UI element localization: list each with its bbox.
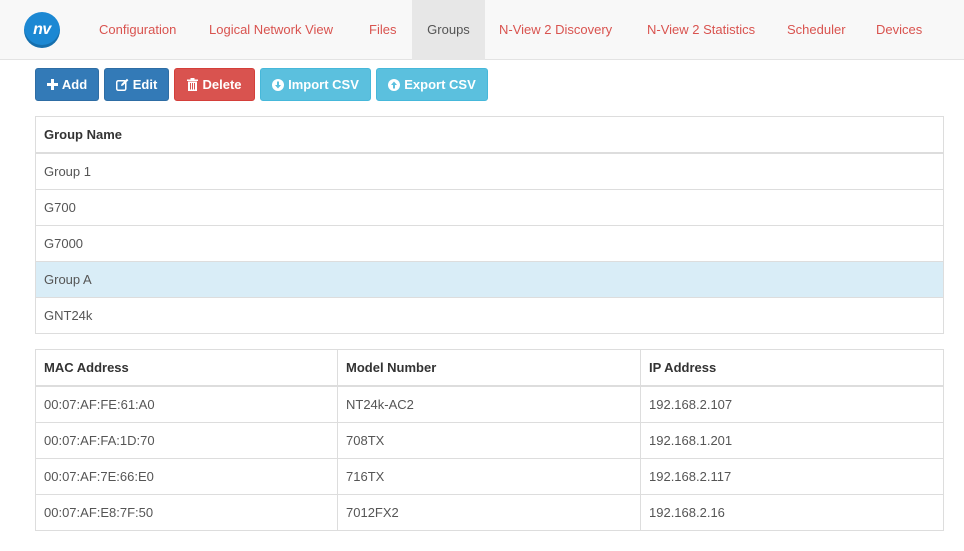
- group-name-cell: GNT24k: [44, 308, 93, 323]
- add-label: Add: [61, 77, 88, 92]
- ip-address-header[interactable]: IP Address: [641, 350, 716, 385]
- model-number-cell: NT24k-AC2: [346, 397, 414, 412]
- import-csv-button[interactable]: Import CSV: [260, 68, 371, 101]
- edit-button[interactable]: Edit: [104, 68, 169, 101]
- edit-icon: [115, 78, 129, 91]
- logo-text: nv: [33, 21, 51, 38]
- group-row[interactable]: Group 1: [36, 153, 943, 189]
- model-number-cell: 716TX: [346, 469, 385, 484]
- group-row[interactable]: G700: [36, 189, 943, 225]
- group-name-cell: Group 1: [44, 164, 91, 179]
- device-row[interactable]: 00:07:AF:FA:1D:70 708TX 192.168.1.201: [36, 422, 943, 458]
- device-row[interactable]: 00:07:AF:FE:61:A0 NT24k-AC2 192.168.2.10…: [36, 386, 943, 422]
- ip-address-cell: 192.168.2.16: [649, 505, 725, 520]
- groups-table: Group Name Group 1 G700 G7000 Group A GN…: [35, 116, 944, 334]
- nav-item-nview2-discovery[interactable]: N-View 2 Discovery: [499, 0, 612, 60]
- devices-table-header: MAC Address Model Number IP Address: [36, 350, 943, 386]
- group-name-cell: G7000: [44, 236, 84, 251]
- ip-address-cell: 192.168.2.107: [649, 397, 733, 412]
- delete-label: Delete: [202, 77, 242, 92]
- group-name-cell: Group A: [44, 272, 92, 287]
- group-row-selected[interactable]: Group A: [36, 261, 943, 297]
- export-label: Export CSV: [404, 77, 476, 92]
- export-icon: [388, 78, 401, 91]
- delete-button[interactable]: Delete: [174, 68, 255, 101]
- devices-table: MAC Address Model Number IP Address 00:0…: [35, 349, 944, 531]
- device-row[interactable]: 00:07:AF:7E:66:E0 716TX 192.168.2.117: [36, 458, 943, 494]
- nav-item-scheduler[interactable]: Scheduler: [787, 0, 846, 60]
- import-label: Import CSV: [288, 77, 359, 92]
- group-row[interactable]: GNT24k: [36, 297, 943, 333]
- group-name-header[interactable]: Group Name: [36, 117, 122, 152]
- mac-address-cell: 00:07:AF:7E:66:E0: [44, 469, 154, 484]
- edit-label: Edit: [132, 77, 158, 92]
- model-number-cell: 7012FX2: [346, 505, 399, 520]
- groups-table-header: Group Name: [36, 117, 943, 153]
- ip-address-cell: 192.168.2.117: [649, 469, 732, 484]
- nav-item-groups[interactable]: Groups: [412, 0, 485, 60]
- group-name-cell: G700: [44, 200, 76, 215]
- mac-address-cell: 00:07:AF:E8:7F:50: [44, 505, 154, 520]
- trash-icon: [187, 78, 199, 91]
- ip-address-cell: 192.168.1.201: [649, 433, 733, 448]
- nav-item-nview2-statistics[interactable]: N-View 2 Statistics: [647, 0, 755, 60]
- mac-address-cell: 00:07:AF:FE:61:A0: [44, 397, 155, 412]
- mac-address-header[interactable]: MAC Address: [36, 350, 129, 385]
- nav-item-configuration[interactable]: Configuration: [99, 0, 176, 60]
- import-icon: [272, 78, 285, 91]
- group-row[interactable]: G7000: [36, 225, 943, 261]
- device-row[interactable]: 00:07:AF:E8:7F:50 7012FX2 192.168.2.16: [36, 494, 943, 530]
- add-button[interactable]: Add: [35, 68, 99, 101]
- nav-item-devices[interactable]: Devices: [876, 0, 922, 60]
- model-number-cell: 708TX: [346, 433, 385, 448]
- nav-item-logical-network-view[interactable]: Logical Network View: [209, 0, 333, 60]
- mac-address-cell: 00:07:AF:FA:1D:70: [44, 433, 155, 448]
- nav-item-files[interactable]: Files: [369, 0, 396, 60]
- plus-icon: [46, 79, 58, 90]
- export-csv-button[interactable]: Export CSV: [376, 68, 488, 101]
- top-navbar: nv Configuration Logical Network View Fi…: [0, 0, 964, 60]
- nv-logo[interactable]: nv: [24, 12, 60, 48]
- model-number-header[interactable]: Model Number: [338, 350, 436, 385]
